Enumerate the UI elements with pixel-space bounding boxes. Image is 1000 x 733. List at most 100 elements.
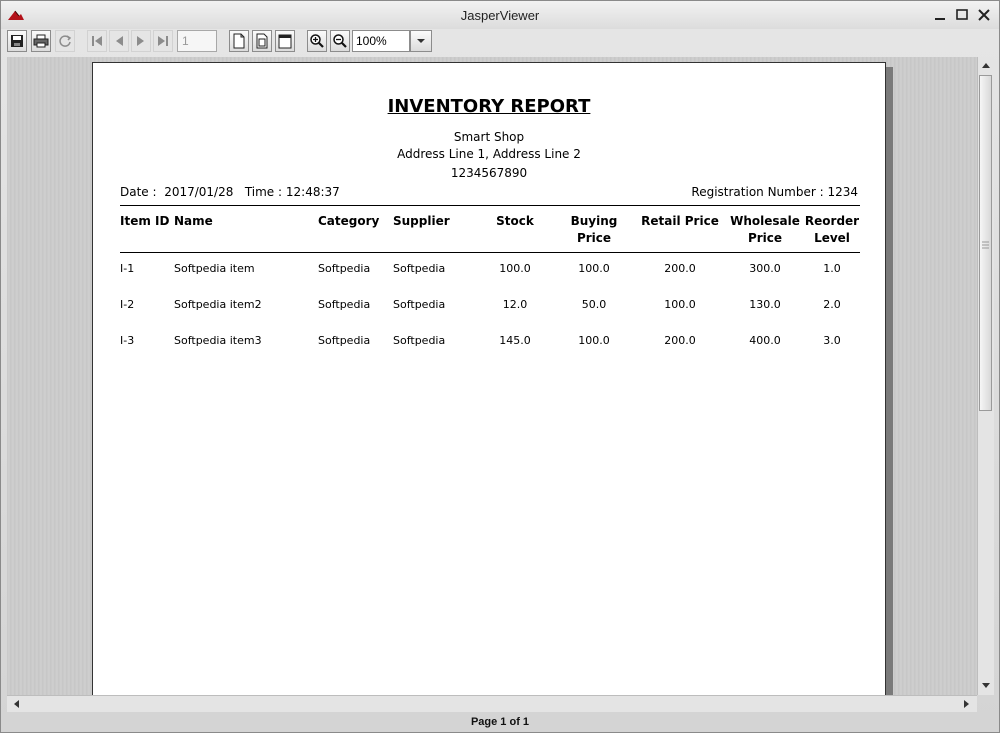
arrow-left-icon [14,700,19,708]
next-page-button[interactable] [131,30,151,52]
time-label: Time : [244,185,283,199]
next-page-icon [137,36,144,46]
actual-size-button[interactable] [229,30,249,52]
cell-wholesale-price: 130.0 [749,298,781,311]
company-address: Address Line 1, Address Line 2 [397,147,581,161]
cell-buying-price: 100.0 [578,334,610,347]
print-button[interactable] [31,30,51,52]
cell-buying-price: 100.0 [578,262,610,275]
company-phone: 1234567890 [450,166,528,180]
first-page-button[interactable] [87,30,107,52]
cell-category: Softpedia [318,334,371,347]
printer-icon [33,34,49,48]
toolbar: 1 100% [1,29,999,55]
last-page-icon [158,36,168,46]
zoom-dropdown-button[interactable] [410,30,432,52]
cell-reorder-level: 3.0 [823,334,841,347]
reload-button[interactable] [55,30,75,52]
cell-stock: 100.0 [499,262,531,275]
chevron-down-icon [417,39,425,43]
header-bottom-divider [120,252,860,253]
minimize-button[interactable] [931,6,949,24]
actual-size-icon [233,33,245,49]
fit-width-button[interactable] [275,30,295,52]
cell-name: Softpedia item [174,262,255,275]
cell-buying-price: 50.0 [581,298,607,311]
column-header-reorder-level: Reorder Level [803,213,861,247]
save-button[interactable] [7,30,27,52]
column-header-name: Name [174,214,213,228]
cell-name: Softpedia item3 [174,334,262,347]
report-title: INVENTORY REPORT [387,96,591,117]
column-header-wholesale-price: Wholesale Price [727,213,803,247]
last-page-button[interactable] [153,30,173,52]
cell-reorder-level: 2.0 [823,298,841,311]
cell-supplier: Softpedia [393,262,446,275]
column-header-wholesale-line1: Wholesale [730,214,800,228]
column-header-stock: Stock [496,214,534,228]
vertical-scroll-thumb[interactable] [979,75,992,411]
report-time: 12:48:37 [285,185,340,199]
column-header-category: Category [318,214,380,228]
scroll-down-button[interactable] [979,679,993,693]
date-label: Date : [120,185,157,199]
cell-supplier: Softpedia [393,334,446,347]
cell-wholesale-price: 300.0 [749,262,781,275]
close-icon [978,9,990,21]
cell-retail-price: 200.0 [664,334,696,347]
column-header-buying-price: Buying Price [565,213,623,247]
column-header-retail-price: Retail Price [641,214,719,228]
scroll-right-button[interactable] [960,697,974,711]
minimize-icon [935,18,945,20]
column-header-buying-line2: Price [576,231,612,245]
report-viewport[interactable]: INVENTORY REPORT Smart Shop Address Line… [7,57,977,695]
report-datetime: Date : 2017/01/28 Time : 12:48:37 [120,185,340,199]
title-bar[interactable]: JasperViewer [1,1,999,29]
window-title: JasperViewer [460,8,540,23]
first-page-icon [92,36,102,46]
page-number-input[interactable]: 1 [177,30,217,52]
status-page-info: Page 1 of 1 [470,716,530,728]
cell-item-id: I-3 [120,334,135,347]
arrow-right-icon [964,700,969,708]
arrow-up-icon [982,63,990,68]
zoom-out-button[interactable] [330,30,350,52]
company-name: Smart Shop [453,130,525,144]
maximize-icon [956,9,968,20]
column-header-buying-line1: Buying [570,214,618,228]
column-header-item-id: Item ID [120,214,170,228]
maximize-button[interactable] [953,6,971,24]
cell-wholesale-price: 400.0 [749,334,781,347]
report-date: 2017/01/28 [164,185,234,199]
column-header-reorder-line1: Reorder [804,214,860,228]
cell-reorder-level: 1.0 [823,262,841,275]
column-header-supplier: Supplier [393,214,450,228]
fit-page-button[interactable] [252,30,272,52]
zoom-in-icon [310,34,324,48]
cell-name: Softpedia item2 [174,298,262,311]
cell-retail-price: 100.0 [664,298,696,311]
header-top-divider [120,205,860,206]
previous-page-icon [116,36,123,46]
column-header-reorder-line2: Level [814,231,850,245]
close-button[interactable] [975,6,993,24]
horizontal-scrollbar[interactable] [7,695,977,712]
cell-item-id: I-2 [120,298,135,311]
scroll-up-button[interactable] [979,58,993,72]
vertical-scrollbar[interactable] [977,57,994,695]
registration-number: Registration Number : 1234 [691,185,858,199]
report-page: INVENTORY REPORT Smart Shop Address Line… [92,62,886,695]
scroll-left-button[interactable] [9,697,23,711]
cell-category: Softpedia [318,262,371,275]
reload-icon [59,35,72,47]
cell-item-id: I-1 [120,262,135,275]
previous-page-button[interactable] [109,30,129,52]
cell-stock: 145.0 [499,334,531,347]
cell-category: Softpedia [318,298,371,311]
grip-icon [982,241,989,249]
zoom-level-input[interactable]: 100% [352,30,410,52]
cell-retail-price: 200.0 [664,262,696,275]
zoom-in-button[interactable] [307,30,327,52]
zoom-out-icon [333,34,347,48]
column-header-wholesale-line2: Price [747,231,783,245]
